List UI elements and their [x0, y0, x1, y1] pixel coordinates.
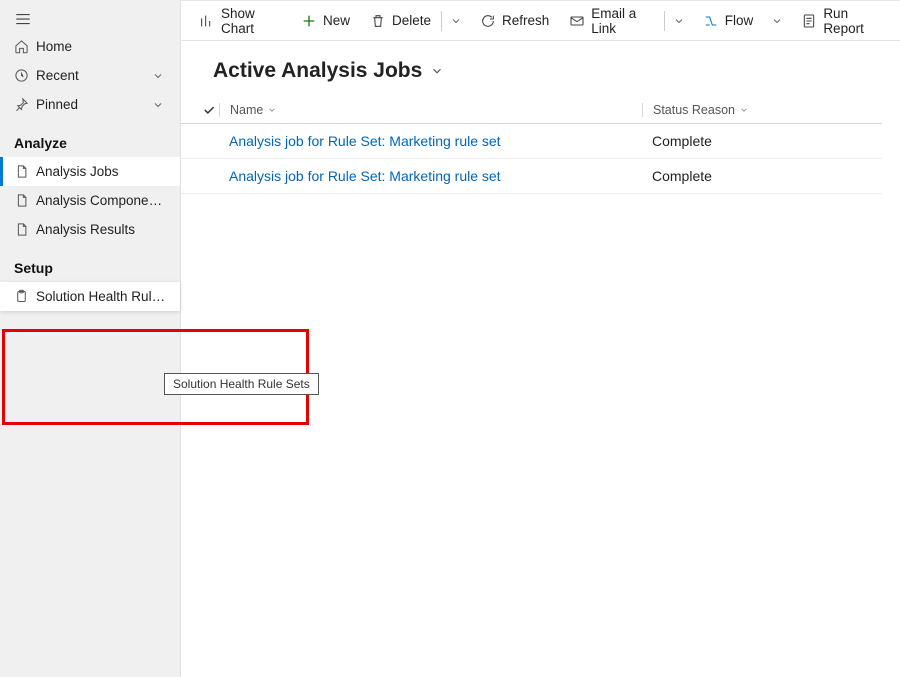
nav-analysis-jobs[interactable]: Analysis Jobs — [0, 157, 180, 186]
cmd-email-link[interactable]: Email a Link — [559, 1, 664, 40]
cmd-show-chart-label: Show Chart — [221, 6, 281, 36]
section-setup: Setup — [0, 244, 180, 282]
cmd-run-report-label: Run Report — [823, 6, 882, 36]
nav-solution-health-label: Solution Health Rule ... — [36, 289, 166, 304]
tooltip: Solution Health Rule Sets — [164, 373, 319, 395]
pin-icon — [14, 97, 36, 112]
column-status[interactable]: Status Reason — [642, 103, 882, 117]
view-title: Active Analysis Jobs — [213, 59, 422, 83]
column-name-label: Name — [230, 103, 263, 117]
trash-icon — [370, 13, 386, 29]
nav-analysis-components-label: Analysis Components — [36, 193, 166, 208]
nav-pinned-label: Pinned — [36, 97, 152, 112]
chevron-down-icon — [430, 64, 444, 78]
flow-icon — [703, 13, 719, 29]
cmd-show-chart[interactable]: Show Chart — [189, 1, 291, 40]
select-all[interactable] — [199, 103, 219, 117]
cmd-new[interactable]: New — [291, 1, 360, 40]
cmd-run-report[interactable]: Run Report — [791, 1, 892, 40]
section-analyze: Analyze — [0, 119, 180, 157]
nav-analysis-results[interactable]: Analysis Results — [0, 215, 180, 244]
chevron-down-icon — [152, 70, 166, 82]
nav-analysis-jobs-label: Analysis Jobs — [36, 164, 166, 179]
nav-home[interactable]: Home — [0, 32, 180, 61]
home-icon — [14, 39, 36, 54]
view-selector[interactable]: Active Analysis Jobs — [181, 41, 900, 89]
column-status-label: Status Reason — [653, 103, 735, 117]
sidebar: Home Recent Pinned Analyze Analy — [0, 0, 181, 677]
data-grid: Name Status Reason Analysis job for Rule… — [181, 89, 900, 194]
check-icon — [202, 103, 216, 117]
cmd-flow[interactable]: Flow — [693, 1, 764, 40]
cmd-delete-label: Delete — [392, 13, 431, 28]
table-row[interactable]: Analysis job for Rule Set: Marketing rul… — [181, 124, 882, 159]
document-icon — [14, 193, 36, 208]
cmd-flow-dropdown[interactable] — [763, 1, 791, 40]
email-icon — [569, 13, 585, 29]
refresh-icon — [480, 13, 496, 29]
chevron-down-icon — [739, 105, 749, 115]
cmd-refresh[interactable]: Refresh — [470, 1, 559, 40]
chart-icon — [199, 13, 215, 29]
nav-analysis-components[interactable]: Analysis Components — [0, 186, 180, 215]
cmd-email-link-label: Email a Link — [591, 6, 654, 36]
chevron-down-icon — [671, 15, 687, 27]
cmd-delete[interactable]: Delete — [360, 1, 441, 40]
hamburger-button[interactable] — [0, 0, 180, 32]
grid-header: Name Status Reason — [181, 97, 882, 124]
chevron-down-icon — [448, 15, 464, 27]
nav-recent[interactable]: Recent — [0, 61, 180, 90]
cmd-delete-dropdown[interactable] — [442, 1, 470, 40]
hamburger-icon — [14, 10, 32, 28]
nav-home-label: Home — [36, 39, 166, 54]
nav-analysis-results-label: Analysis Results — [36, 222, 166, 237]
nav-pinned[interactable]: Pinned — [0, 90, 180, 119]
clipboard-icon — [14, 289, 36, 304]
column-name[interactable]: Name — [219, 103, 642, 117]
cmd-flow-label: Flow — [725, 13, 754, 28]
document-icon — [14, 222, 36, 237]
nav-solution-health[interactable]: Solution Health Rule ... — [0, 282, 180, 311]
main-area: Show Chart New Delete Refresh Email a Li… — [181, 0, 900, 677]
command-bar: Show Chart New Delete Refresh Email a Li… — [181, 1, 900, 41]
clock-icon — [14, 68, 36, 83]
nav-recent-label: Recent — [36, 68, 152, 83]
cmd-new-label: New — [323, 13, 350, 28]
report-icon — [801, 13, 817, 29]
cmd-refresh-label: Refresh — [502, 13, 549, 28]
chevron-down-icon — [152, 99, 166, 111]
row-status: Complete — [642, 168, 882, 184]
cmd-email-link-dropdown[interactable] — [665, 1, 693, 40]
row-name-link[interactable]: Analysis job for Rule Set: Marketing rul… — [229, 168, 501, 184]
table-row[interactable]: Analysis job for Rule Set: Marketing rul… — [181, 159, 882, 194]
chevron-down-icon — [769, 15, 785, 27]
document-icon — [14, 164, 36, 179]
row-name-link[interactable]: Analysis job for Rule Set: Marketing rul… — [229, 133, 501, 149]
chevron-down-icon — [267, 105, 277, 115]
plus-icon — [301, 13, 317, 29]
row-status: Complete — [642, 133, 882, 149]
